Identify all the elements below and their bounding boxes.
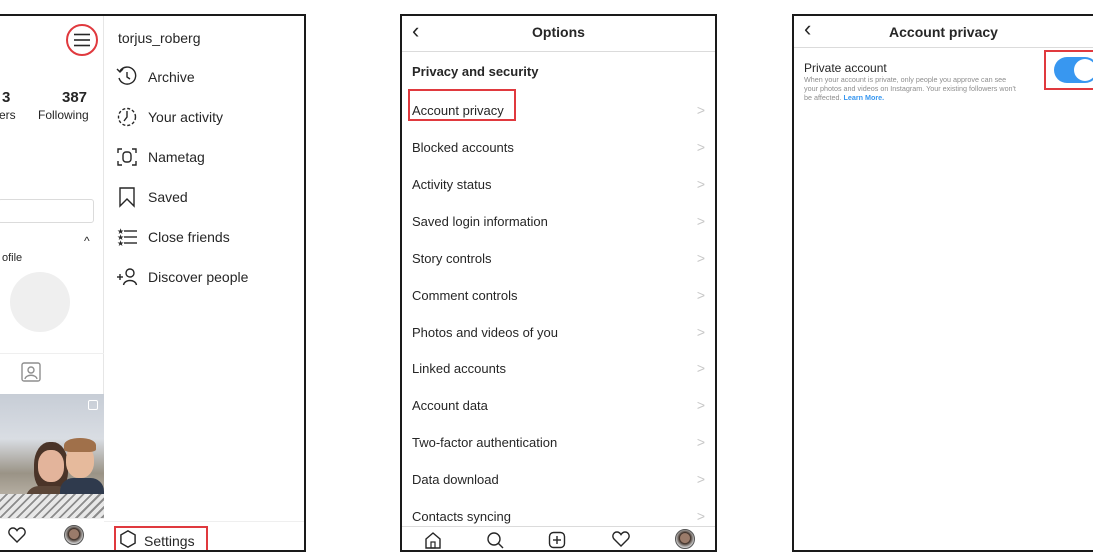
select-icon	[88, 400, 98, 410]
tagged-photos-icon[interactable]	[20, 361, 42, 383]
private-account-toggle[interactable]	[1054, 57, 1093, 83]
chevron-right-icon: >	[696, 213, 705, 229]
menu-item-discover-people[interactable]: Discover people	[114, 264, 248, 290]
private-account-label: Private account	[804, 61, 887, 75]
description-text: When your account is private, only peopl…	[804, 75, 1016, 102]
learn-more-link[interactable]: Learn More.	[843, 93, 884, 102]
page-title: Options	[532, 24, 585, 40]
profile-label-partial: ofile	[2, 252, 23, 264]
option-label: Comment controls	[412, 288, 518, 303]
option-label: Saved login information	[412, 214, 548, 229]
chevron-right-icon: >	[696, 102, 705, 118]
bottom-nav	[402, 526, 715, 550]
chevron-right-icon: >	[696, 139, 705, 155]
menu-item-label: Discover people	[148, 269, 249, 285]
chevron-right-icon: >	[696, 360, 705, 376]
settings-button[interactable]: Settings	[114, 526, 208, 551]
section-title: Privacy and security	[412, 64, 539, 79]
option-linked-accounts[interactable]: Linked accounts >	[402, 351, 715, 387]
chevron-right-icon: >	[696, 397, 705, 413]
option-comment-controls[interactable]: Comment controls >	[402, 278, 715, 314]
gear-icon	[118, 529, 138, 551]
menu-item-label: Your activity	[148, 109, 223, 125]
chevron-right-icon: >	[696, 508, 705, 524]
option-label: Account data	[412, 398, 488, 413]
hamburger-icon	[74, 33, 90, 47]
page-title: Account privacy	[889, 24, 998, 40]
profile-avatar[interactable]	[675, 529, 695, 549]
menu-item-label: Close friends	[148, 229, 230, 245]
heart-icon[interactable]	[8, 527, 26, 543]
profile-photo-thumbnail[interactable]	[0, 394, 104, 522]
toggle-knob	[1074, 59, 1093, 81]
followers-count[interactable]: 3	[2, 89, 10, 106]
close-friends-icon: ★ ★ ★	[114, 224, 140, 250]
svg-text:★: ★	[117, 239, 124, 248]
menu-item-saved[interactable]: Saved	[114, 184, 188, 210]
option-label: Photos and videos of you	[412, 325, 558, 340]
options-header: ‹ Options	[402, 16, 715, 52]
private-account-description: When your account is private, only peopl…	[804, 75, 1019, 102]
account-privacy-panel: ‹ Account privacy Private account When y…	[792, 14, 1093, 552]
following-label[interactable]: Following	[38, 108, 89, 122]
chevron-right-icon: >	[696, 434, 705, 450]
option-saved-login[interactable]: Saved login information >	[402, 204, 715, 240]
option-label: Contacts syncing	[412, 509, 511, 524]
chevron-right-icon: >	[696, 176, 705, 192]
edit-profile-button[interactable]	[0, 199, 94, 223]
search-icon[interactable]	[486, 531, 504, 549]
option-photos-videos-of-you[interactable]: Photos and videos of you >	[402, 315, 715, 351]
option-blocked-accounts[interactable]: Blocked accounts >	[402, 130, 715, 166]
divider	[0, 353, 104, 354]
option-account-data[interactable]: Account data >	[402, 388, 715, 424]
chevron-right-icon: >	[696, 287, 705, 303]
following-count[interactable]: 387	[62, 89, 87, 106]
heart-icon[interactable]	[612, 531, 630, 547]
option-label: Activity status	[412, 177, 492, 192]
option-data-download[interactable]: Data download >	[402, 462, 715, 498]
menu-item-label: Saved	[148, 189, 188, 205]
highlight-box	[1044, 50, 1093, 90]
nametag-icon	[114, 144, 140, 170]
menu-item-close-friends[interactable]: ★ ★ ★ Close friends	[114, 224, 230, 250]
options-panel: ‹ Options Privacy and security Account p…	[400, 14, 717, 552]
home-icon[interactable]	[424, 531, 442, 549]
menu-item-nametag[interactable]: Nametag	[114, 144, 205, 170]
option-label: Story controls	[412, 251, 492, 266]
option-label: Two-factor authentication	[412, 435, 558, 450]
archive-icon	[114, 64, 140, 90]
settings-label: Settings	[144, 533, 195, 549]
profile-menu-panel: 3 387 ers Following ^ ofile torjus_rober…	[0, 14, 306, 552]
account-privacy-header: ‹ Account privacy	[794, 16, 1093, 48]
option-account-privacy[interactable]: Account privacy >	[402, 89, 715, 129]
option-activity-status[interactable]: Activity status >	[402, 167, 715, 203]
menu-button[interactable]	[66, 24, 98, 56]
profile-avatar[interactable]	[64, 525, 84, 545]
activity-icon	[114, 104, 140, 130]
add-person-icon	[114, 264, 140, 290]
divider	[104, 521, 304, 522]
option-label: Linked accounts	[412, 361, 506, 376]
chevron-right-icon: >	[696, 471, 705, 487]
chevron-right-icon: >	[696, 250, 705, 266]
option-story-controls[interactable]: Story controls >	[402, 241, 715, 277]
new-post-icon[interactable]	[548, 531, 566, 549]
option-label: Account privacy	[412, 103, 504, 118]
menu-item-archive[interactable]: Archive	[114, 64, 195, 90]
story-highlight-placeholder[interactable]	[10, 272, 70, 332]
chevron-right-icon: >	[696, 324, 705, 340]
profile-background: 3 387 ers Following ^ ofile	[0, 16, 104, 550]
chevron-up-icon[interactable]: ^	[84, 234, 90, 248]
option-two-factor[interactable]: Two-factor authentication >	[402, 425, 715, 461]
bottom-nav-partial	[0, 518, 104, 550]
followers-label[interactable]: ers	[0, 108, 16, 122]
menu-item-label: Archive	[148, 69, 195, 85]
option-label: Blocked accounts	[412, 140, 514, 155]
username: torjus_roberg	[118, 30, 201, 46]
option-label: Data download	[412, 472, 499, 487]
menu-item-your-activity[interactable]: Your activity	[114, 104, 223, 130]
bookmark-icon	[114, 184, 140, 210]
menu-item-label: Nametag	[148, 149, 205, 165]
side-menu: torjus_roberg Archive Your activity Name…	[104, 16, 304, 550]
